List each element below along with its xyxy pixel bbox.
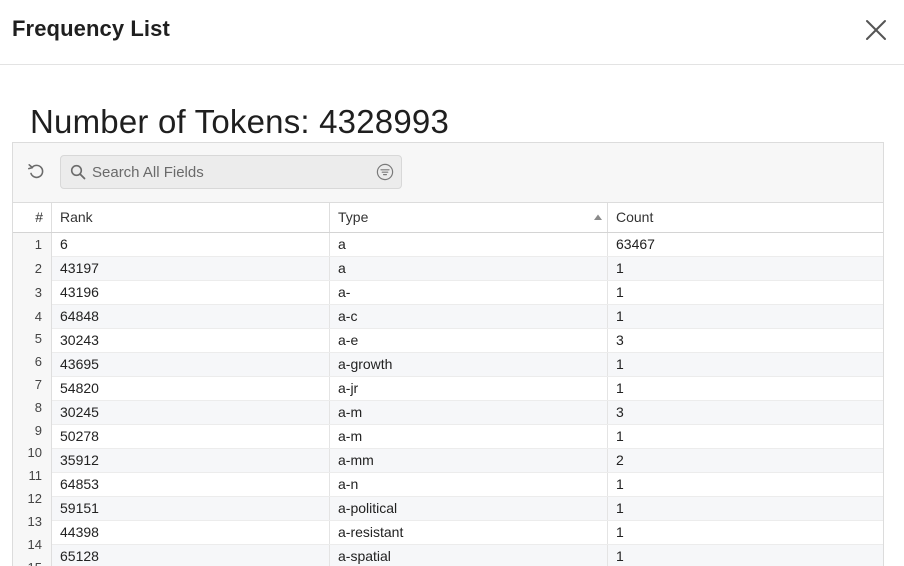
column-header-index: # [13,203,52,232]
frequency-list-dialog: Frequency List Number of Tokens: 4328993 [0,0,904,566]
cell-rank: 54820 [52,377,330,400]
cell-rank: 64848 [52,305,330,328]
table-body: 1 2 3 4 5 6 7 8 9 10 11 12 13 14 15 6 a [13,233,883,566]
cell-count: 1 [616,260,624,276]
table-row[interactable]: 6 a 63467 [52,233,883,257]
cell-count: 1 [616,548,624,564]
cell-type: a [330,233,608,256]
row-number: 9 [34,423,42,438]
table-row[interactable]: 44398 a-resistant 1 [52,521,883,545]
reset-button[interactable] [26,161,46,181]
search-box[interactable] [60,155,402,189]
close-icon [866,20,886,40]
cell-rank: 30243 [52,329,330,352]
table-row[interactable]: 43196 a- 1 [52,281,883,305]
frequency-grid: # Rank Type Count 1 2 3 4 5 6 7 [12,142,884,566]
cell-type: a-spatial [330,545,608,566]
undo-icon [28,164,44,179]
column-header-rank[interactable]: Rank [52,203,330,232]
table-row[interactable]: 35912 a-mm 2 [52,449,883,473]
cell-count: 1 [616,308,624,324]
search-icon [70,164,86,180]
cell-rank: 59151 [52,497,330,520]
cell-type: a-growth [330,353,608,376]
cell-rank: 65128 [52,545,330,566]
table-row[interactable]: 43695 a-growth 1 [52,353,883,377]
dialog-header: Frequency List [0,0,904,65]
cell-rank: 43695 [52,353,330,376]
cell-count: 1 [616,500,624,516]
cell-count: 3 [616,404,624,420]
cell-type: a-m [330,401,608,424]
cell-type: a-resistant [330,521,608,544]
table-row[interactable]: 65128 a-spatial 1 [52,545,883,566]
cell-rank: 6 [52,233,330,256]
data-rows: 6 a 63467 43197 a 1 43196 a- 1 64848 a-c [52,233,883,566]
row-number: 8 [34,400,42,415]
row-number: 5 [34,331,42,346]
dialog-title: Frequency List [12,16,170,41]
cell-type: a [330,257,608,280]
row-number: 12 [27,491,42,506]
table-row[interactable]: 64848 a-c 1 [52,305,883,329]
row-number: 10 [27,445,42,460]
cell-type: a-m [330,425,608,448]
row-number: 1 [34,237,42,252]
row-number: 3 [34,285,42,300]
cell-type: a-jr [330,377,608,400]
cell-type: a-e [330,329,608,352]
cell-count: 1 [616,428,624,444]
table-row[interactable]: 50278 a-m 1 [52,425,883,449]
cell-count: 63467 [616,236,655,252]
table-row[interactable]: 30245 a-m 3 [52,401,883,425]
row-number: 4 [34,309,42,324]
table-row[interactable]: 64853 a-n 1 [52,473,883,497]
cell-type: a-n [330,473,608,496]
sort-ascending-icon [594,214,602,220]
row-number: 14 [27,537,42,552]
cell-type: a-mm [330,449,608,472]
cell-rank: 30245 [52,401,330,424]
row-number: 2 [34,261,42,276]
table-row[interactable]: 43197 a 1 [52,257,883,281]
row-number: 13 [27,514,42,529]
cell-rank: 43197 [52,257,330,280]
cell-type: a-political [330,497,608,520]
cell-count: 1 [616,284,624,300]
column-header-count-label: Count [616,209,654,225]
row-number: 7 [34,377,42,392]
cell-count: 1 [616,380,624,396]
row-number-column: 1 2 3 4 5 6 7 8 9 10 11 12 13 14 15 [13,233,52,566]
cell-count: 1 [616,476,624,492]
cell-rank: 43196 [52,281,330,304]
cell-count: 2 [616,452,624,468]
column-header-count[interactable]: Count [608,203,883,232]
filter-icon[interactable] [376,163,394,181]
search-input[interactable] [92,160,362,184]
cell-rank: 44398 [52,521,330,544]
table-row[interactable]: 54820 a-jr 1 [52,377,883,401]
column-header-type-label: Type [338,209,369,225]
cell-rank: 50278 [52,425,330,448]
row-number: 11 [28,468,43,483]
cell-rank: 64853 [52,473,330,496]
column-header-type[interactable]: Type [330,203,608,232]
cell-count: 1 [616,524,624,540]
row-number: 15 [28,560,42,566]
cell-count: 1 [616,356,624,372]
close-button[interactable] [864,18,888,42]
cell-rank: 35912 [52,449,330,472]
table-row[interactable]: 30243 a-e 3 [52,329,883,353]
row-number: 6 [34,354,42,369]
grid-toolbar [13,143,883,203]
table-row[interactable]: 59151 a-political 1 [52,497,883,521]
column-header-rank-label: Rank [60,209,93,225]
cell-type: a- [330,281,608,304]
cell-count: 3 [616,332,624,348]
table-header: # Rank Type Count [13,203,883,233]
token-count-heading: Number of Tokens: 4328993 [30,103,449,140]
cell-type: a-c [330,305,608,328]
